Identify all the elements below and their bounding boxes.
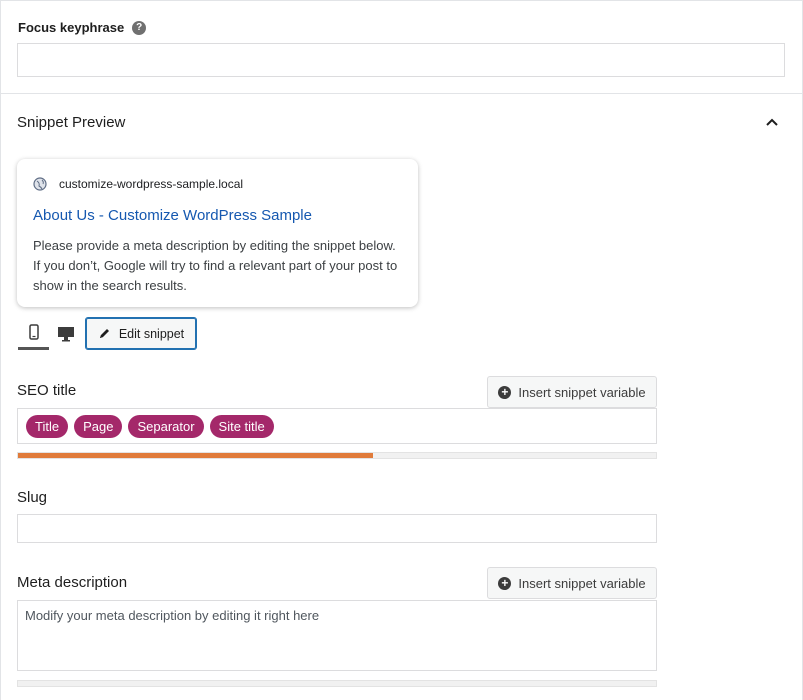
plus-circle-icon: + <box>498 576 512 590</box>
globe-icon <box>33 177 47 191</box>
desktop-preview-button[interactable] <box>50 317 81 350</box>
desktop-icon <box>57 326 74 341</box>
google-snippet-card: customize-wordpress-sample.local About U… <box>17 159 418 307</box>
focus-keyphrase-label: Focus keyphrase ? <box>18 20 147 35</box>
mobile-preview-button[interactable] <box>18 317 49 350</box>
question-circle-icon[interactable]: ? <box>132 20 147 35</box>
meta-description-placeholder: Modify your meta description by editing … <box>25 608 320 623</box>
section-divider <box>0 93 803 94</box>
seo-title-insert-variable-button[interactable]: + Insert snippet variable <box>487 376 657 408</box>
snippet-preview-heading[interactable]: Snippet Preview <box>17 114 125 131</box>
variable-pill-separator[interactable]: Separator <box>128 414 204 438</box>
slug-label: Slug <box>17 489 48 506</box>
snippet-description: Please provide a meta description by edi… <box>33 238 398 293</box>
seo-title-progress-bar <box>17 452 657 459</box>
snippet-url-row: customize-wordpress-sample.local <box>33 177 243 191</box>
slug-input[interactable] <box>17 514 657 543</box>
pencil-icon <box>99 329 109 338</box>
seo-title-label: SEO title <box>17 382 77 399</box>
plus-circle-icon: + <box>498 385 512 399</box>
variable-pill-page[interactable]: Page <box>74 414 123 438</box>
meta-description-insert-variable-button[interactable]: + Insert snippet variable <box>487 567 657 599</box>
chevron-up-icon[interactable] <box>765 117 779 127</box>
variable-pill-site-title[interactable]: Site title <box>209 414 274 438</box>
mobile-icon <box>28 324 39 340</box>
yoast-seo-panel <box>0 0 803 700</box>
seo-title-progress-fill <box>18 453 374 458</box>
variable-pill-title[interactable]: Title <box>26 414 69 438</box>
edit-snippet-label: Edit snippet <box>118 326 185 341</box>
meta-description-label: Meta description <box>17 574 128 591</box>
snippet-title: About Us - Customize WordPress Sample <box>33 207 312 224</box>
meta-description-progress-bar <box>17 680 657 687</box>
insert-variable-label: Insert snippet variable <box>518 575 646 591</box>
focus-keyphrase-label-text: Focus keyphrase <box>18 20 125 35</box>
snippet-url: customize-wordpress-sample.local <box>59 177 244 191</box>
meta-description-input[interactable]: Modify your meta description by editing … <box>17 600 657 671</box>
seo-title-input[interactable]: Title Page Separator Site title <box>17 408 657 444</box>
insert-variable-label: Insert snippet variable <box>518 384 646 400</box>
focus-keyphrase-input[interactable] <box>17 43 785 77</box>
edit-snippet-button[interactable]: Edit snippet <box>85 317 197 350</box>
